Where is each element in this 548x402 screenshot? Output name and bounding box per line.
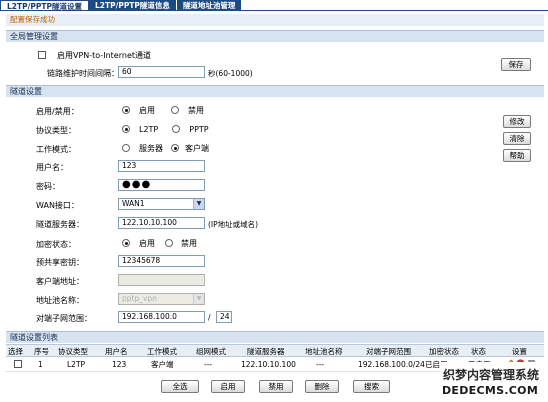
pool-select[interactable]: pptp_vpn ▼ <box>118 293 205 305</box>
mode-server-label: 服务器 <box>139 143 163 153</box>
wan-label: WAN接口： <box>36 201 79 210</box>
encrypt-off-label: 禁用 <box>181 238 197 248</box>
protocol-l2tp-label: L2TP <box>139 124 159 134</box>
keepalive-hint: 秒(60-1000) <box>208 69 253 78</box>
row-pool: --- <box>316 360 325 369</box>
tab-underline <box>0 10 548 11</box>
mode-radio-client[interactable] <box>171 144 179 152</box>
psk-label: 预共享密钥： <box>36 258 84 267</box>
modify-button[interactable]: 修改 <box>503 115 531 128</box>
encrypt-on-label: 启用 <box>139 238 155 248</box>
server-hint: (IP地址或域名) <box>208 220 259 229</box>
wan-select[interactable]: WAN1 ▼ <box>118 198 205 210</box>
pool-label: 地址池名称： <box>36 296 84 305</box>
tunnel-enable-off-label: 禁用 <box>188 105 204 115</box>
client-address-input[interactable] <box>118 274 205 286</box>
username-input[interactable]: 123 <box>118 160 205 172</box>
encrypt-label: 加密状态： <box>36 240 76 249</box>
protocol-radio-pptp[interactable] <box>172 125 181 133</box>
enable-vpn-checkbox[interactable] <box>38 51 46 59</box>
tunnel-enable-on-label: 启用 <box>139 105 155 115</box>
enable-vpn-row: 启用VPN-to-Internet通道 <box>38 48 151 62</box>
tunnel-section-title: 隧道设置 <box>6 85 544 97</box>
server-input[interactable]: 122.10.10.100 <box>118 217 205 229</box>
row-net-mode: --- <box>204 360 213 369</box>
list-section-title: 隧道设置列表 <box>6 331 544 343</box>
watermark-domain: DEDECMS.COM <box>442 384 539 397</box>
server-label: 隧道服务器： <box>36 220 84 229</box>
disable-button[interactable]: 禁用 <box>259 380 293 393</box>
remote-net-input[interactable]: 192.168.100.0 <box>118 311 205 323</box>
mode-label: 工作模式： <box>36 145 76 154</box>
encrypt-radio-on[interactable] <box>122 239 130 247</box>
tunnel-enable-options: 启用 禁用 <box>122 103 204 117</box>
status-message: 配置保存成功 <box>6 14 544 26</box>
psk-input[interactable]: 12345678 <box>118 255 205 267</box>
delete-button[interactable]: 删除 <box>305 380 339 393</box>
tunnel-enable-radio-off[interactable] <box>171 106 179 114</box>
row-select-checkbox[interactable] <box>14 360 22 368</box>
mode-client-label: 客户端 <box>185 143 209 153</box>
row-index: 1 <box>38 360 43 369</box>
row-mode: 客户端 <box>151 360 174 369</box>
tunnel-enable-label: 启用/禁用： <box>36 107 79 116</box>
keepalive-label: 链路维护时间间隔： <box>47 69 119 78</box>
row-username: 123 <box>112 360 127 369</box>
protocol-pptp-label: PPTP <box>189 124 209 134</box>
enable-vpn-label: 启用VPN-to-Internet通道 <box>57 50 151 60</box>
wan-select-value: WAN1 <box>122 199 145 208</box>
remote-mask-separator: / <box>208 313 211 322</box>
encrypt-radio-off[interactable] <box>165 239 173 247</box>
row-remote-net: 192.168.100.0/24 <box>358 360 425 369</box>
tunnel-enable-radio-on[interactable] <box>122 106 130 114</box>
pool-select-value: pptp_vpn <box>122 294 157 303</box>
remote-mask-input[interactable]: 24 <box>216 311 232 323</box>
chevron-down-icon: ▼ <box>193 199 204 209</box>
keepalive-input[interactable]: 60 <box>118 66 205 78</box>
row-protocol: L2TP <box>67 360 86 369</box>
protocol-options: L2TP PPTP <box>122 122 209 136</box>
select-all-button[interactable]: 全选 <box>161 380 199 393</box>
password-label: 密码： <box>36 182 60 191</box>
row-server: 122.10.10.100 <box>241 360 296 369</box>
help-button[interactable]: 帮助 <box>503 149 531 162</box>
enable-button[interactable]: 启用 <box>211 380 245 393</box>
protocol-label: 协议类型： <box>36 126 76 135</box>
clear-button[interactable]: 清除 <box>503 132 531 145</box>
global-section-title: 全局管理设置 <box>6 30 544 42</box>
encrypt-options: 启用 禁用 <box>122 236 197 250</box>
remote-net-label: 对端子网范围： <box>36 314 92 323</box>
search-button[interactable]: 搜索 <box>353 380 390 393</box>
protocol-radio-l2tp[interactable] <box>122 125 130 133</box>
table-header: 选择 序号 协议类型 用户名 工作模式 组网模式 隧道服务器 地址池名称 对端子… <box>6 344 544 357</box>
mode-radio-server[interactable] <box>122 144 130 152</box>
username-label: 用户名： <box>36 163 68 172</box>
password-input[interactable]: ●●● <box>118 179 205 191</box>
mode-options: 服务器 客户端 <box>122 141 209 155</box>
watermark-text: 织梦内容管理系统 <box>443 368 540 382</box>
client-address-label: 客户端地址： <box>36 277 84 286</box>
save-button[interactable]: 保存 <box>501 58 531 71</box>
chevron-down-icon: ▼ <box>193 294 204 304</box>
